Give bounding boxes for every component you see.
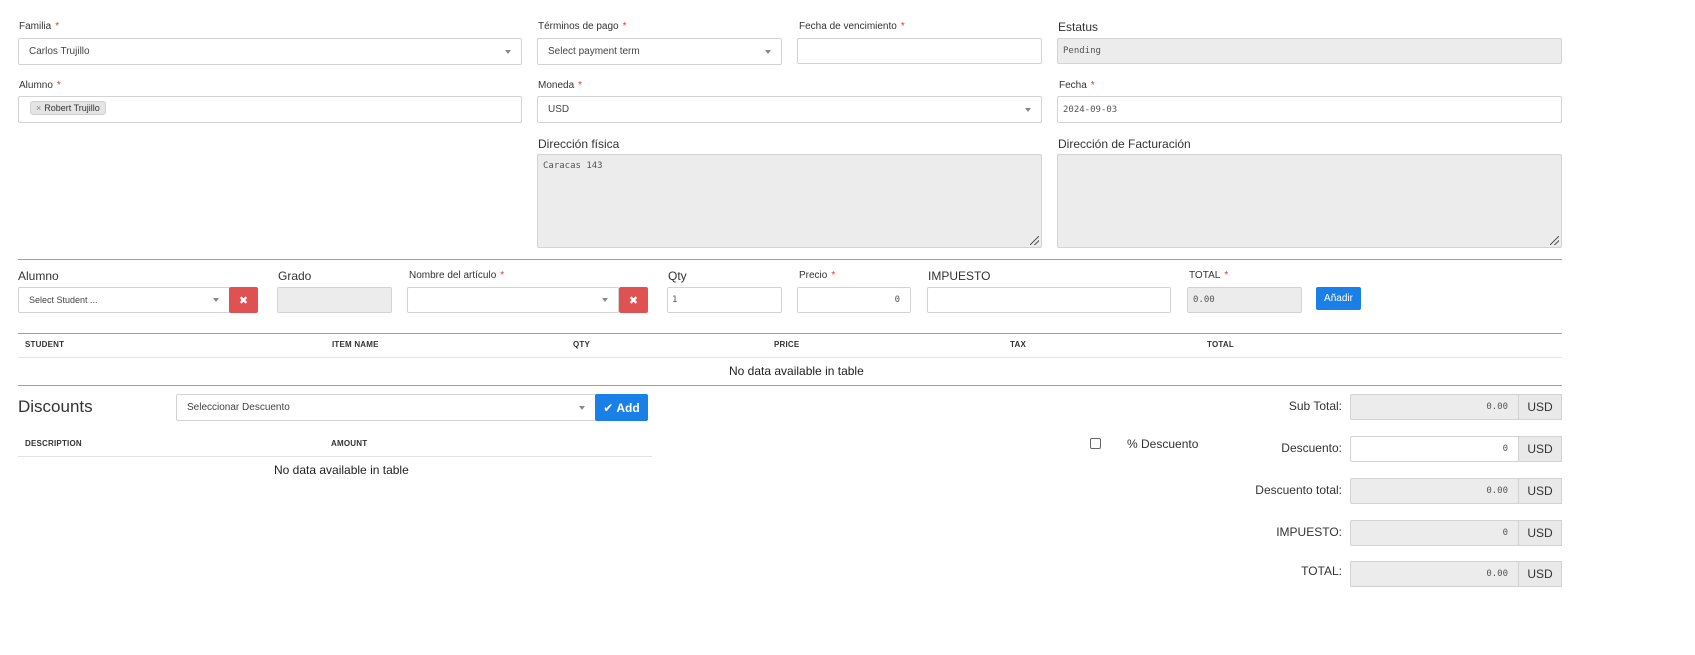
add-discount-button[interactable]: ✔ Add <box>595 394 648 421</box>
descuento-label: Descuento: <box>1281 441 1342 455</box>
vencimiento-input[interactable] <box>797 38 1042 64</box>
add-item-button[interactable]: Añadir <box>1316 287 1361 310</box>
subtotal-field: 0.00 <box>1350 394 1519 420</box>
alumno-label: Alumno * <box>19 80 61 91</box>
subtotal-label: Sub Total: <box>1288 399 1342 413</box>
grand-total-field: 0.00 <box>1350 561 1519 587</box>
col-price: PRICE <box>774 340 800 349</box>
close-icon: ✖ <box>238 294 249 307</box>
close-icon: ✖ <box>628 294 639 307</box>
chevron-down-icon <box>1025 107 1031 112</box>
chevron-down-icon <box>602 298 608 302</box>
item-alumno-label: Alumno <box>18 269 59 283</box>
dir-facturacion-textarea[interactable] <box>1057 154 1562 248</box>
currency-addon: USD <box>1518 478 1562 504</box>
col-student: STUDENT <box>25 340 65 349</box>
impuesto-label: IMPUESTO <box>928 269 991 283</box>
item-student-placeholder: Select Student ... <box>29 295 98 305</box>
impuesto-input[interactable] <box>927 287 1171 313</box>
moneda-select[interactable]: USD <box>537 96 1042 123</box>
dir-facturacion-label: Dirección de Facturación <box>1058 137 1191 151</box>
pct-discount-label: % Descuento <box>1127 437 1199 451</box>
currency-addon: USD <box>1518 394 1562 420</box>
currency-addon: USD <box>1518 436 1562 462</box>
alumno-multiselect[interactable]: × Robert Trujillo <box>18 96 522 123</box>
clear-article-button[interactable]: ✖ <box>619 287 648 313</box>
discounts-table-empty: No data available in table <box>274 463 409 477</box>
items-table-top-border <box>18 333 1562 334</box>
remove-tag-icon[interactable]: × <box>36 103 41 113</box>
estatus-field: Pending <box>1057 38 1562 64</box>
qty-label: Qty <box>668 269 687 283</box>
articulo-select[interactable] <box>407 287 619 313</box>
vencimiento-label: Fecha de vencimiento * <box>799 21 905 32</box>
moneda-label: Moneda * <box>538 80 583 91</box>
familia-select[interactable]: Carlos Trujillo <box>18 38 522 65</box>
familia-value: Carlos Trujillo <box>29 46 90 57</box>
fecha-input[interactable]: 2024-09-03 <box>1057 96 1562 123</box>
qty-input[interactable]: 1 <box>667 287 782 313</box>
familia-label: Familia * <box>19 21 60 32</box>
impuesto-summary-label: IMPUESTO: <box>1276 525 1342 539</box>
discounts-header-border <box>18 456 652 457</box>
currency-addon: USD <box>1518 520 1562 546</box>
descuento-total-field: 0.00 <box>1350 478 1519 504</box>
terminos-label: Términos de pago * <box>538 21 627 32</box>
descuento-total-label: Descuento total: <box>1255 483 1342 497</box>
total-label: TOTAL * <box>1189 270 1229 281</box>
resize-handle-icon[interactable] <box>1030 236 1039 245</box>
resize-handle-icon[interactable] <box>1550 236 1559 245</box>
check-icon: ✔ <box>603 400 614 415</box>
items-table-empty: No data available in table <box>729 364 864 378</box>
grado-field <box>277 287 392 313</box>
pct-discount-checkbox[interactable] <box>1090 438 1101 449</box>
grado-label: Grado <box>278 269 312 283</box>
chevron-down-icon <box>505 49 511 54</box>
estatus-label: Estatus <box>1058 20 1099 34</box>
col-item-name: ITEM NAME <box>332 340 379 349</box>
discount-select[interactable]: Seleccionar Descuento <box>176 394 596 421</box>
total-field: 0.00 <box>1187 287 1302 313</box>
col-description: DESCRIPTION <box>25 439 82 448</box>
discount-placeholder: Seleccionar Descuento <box>187 402 290 413</box>
col-qty: QTY <box>573 340 591 349</box>
terminos-placeholder: Select payment term <box>548 46 640 57</box>
precio-input[interactable]: 0 <box>797 287 911 313</box>
chevron-down-icon <box>213 298 219 302</box>
col-tax: TAX <box>1010 340 1027 349</box>
currency-addon: USD <box>1518 561 1562 587</box>
section-divider <box>18 259 1562 260</box>
descuento-input[interactable]: 0 <box>1350 436 1519 462</box>
dir-fisica-label: Dirección física <box>538 137 620 151</box>
precio-label: Precio * <box>799 270 836 281</box>
items-table-header-border <box>18 357 1562 358</box>
chevron-down-icon <box>579 405 585 410</box>
items-table-bottom-border <box>18 385 1562 386</box>
item-student-select[interactable]: Select Student ... <box>18 287 230 313</box>
alumno-tag[interactable]: × Robert Trujillo <box>30 101 106 115</box>
col-amount: AMOUNT <box>331 439 368 448</box>
col-total: TOTAL <box>1207 340 1234 349</box>
impuesto-summary-field: 0 <box>1350 520 1519 546</box>
dir-fisica-textarea[interactable]: Caracas 143 <box>537 154 1042 248</box>
chevron-down-icon <box>765 49 771 54</box>
articulo-label: Nombre del artículo * <box>409 270 505 281</box>
grand-total-label: TOTAL: <box>1301 564 1342 578</box>
discounts-title: Discounts <box>18 397 93 416</box>
terminos-select[interactable]: Select payment term <box>537 38 782 65</box>
clear-student-button[interactable]: ✖ <box>229 287 258 313</box>
fecha-label: Fecha * <box>1059 80 1095 91</box>
moneda-value: USD <box>548 104 570 115</box>
